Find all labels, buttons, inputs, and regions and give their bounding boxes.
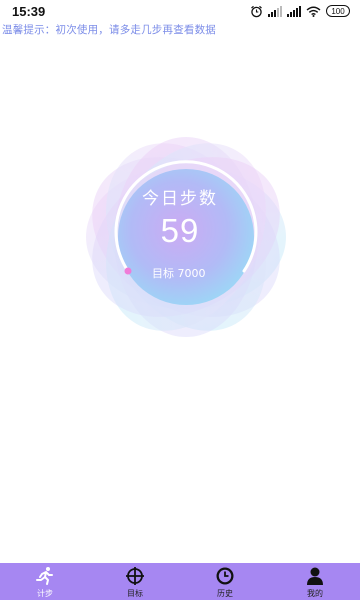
app-screen: 15:39 100 温馨提示：初次使用，请多走几步再查看数据 今日步数 59 目… xyxy=(0,0,360,600)
tab-profile-label: 我的 xyxy=(307,589,323,598)
status-time: 15:39 xyxy=(12,3,46,19)
tab-steps-label: 计步 xyxy=(37,589,53,598)
crosshair-icon xyxy=(124,566,146,586)
running-icon xyxy=(34,566,56,586)
tab-steps[interactable]: 计步 xyxy=(0,563,90,600)
tip-text: 温馨提示：初次使用，请多走几步再查看数据 xyxy=(2,24,216,36)
clock-icon xyxy=(214,566,236,586)
signal-icon xyxy=(268,5,282,17)
progress-dot xyxy=(124,267,132,275)
user-icon xyxy=(304,566,326,586)
status-bar: 15:39 100 xyxy=(0,0,360,22)
tab-history-label: 历史 xyxy=(217,589,233,598)
status-icons: 100 xyxy=(250,5,350,18)
steps-count: 59 xyxy=(160,212,200,249)
tab-goal-label: 目标 xyxy=(127,589,143,598)
tab-profile[interactable]: 我的 xyxy=(270,563,360,600)
today-steps-label: 今日步数 xyxy=(142,189,218,209)
tab-goal[interactable]: 目标 xyxy=(90,563,180,600)
signal-icon-2 xyxy=(287,5,301,17)
battery-icon: 100 xyxy=(326,5,350,17)
wifi-icon xyxy=(306,6,321,17)
alarm-icon xyxy=(250,5,263,18)
goal-text: 目标 7000 xyxy=(152,267,206,280)
tab-history[interactable]: 历史 xyxy=(180,563,270,600)
bottom-tab-bar: 计步 目标 历史 我的 xyxy=(0,563,360,600)
